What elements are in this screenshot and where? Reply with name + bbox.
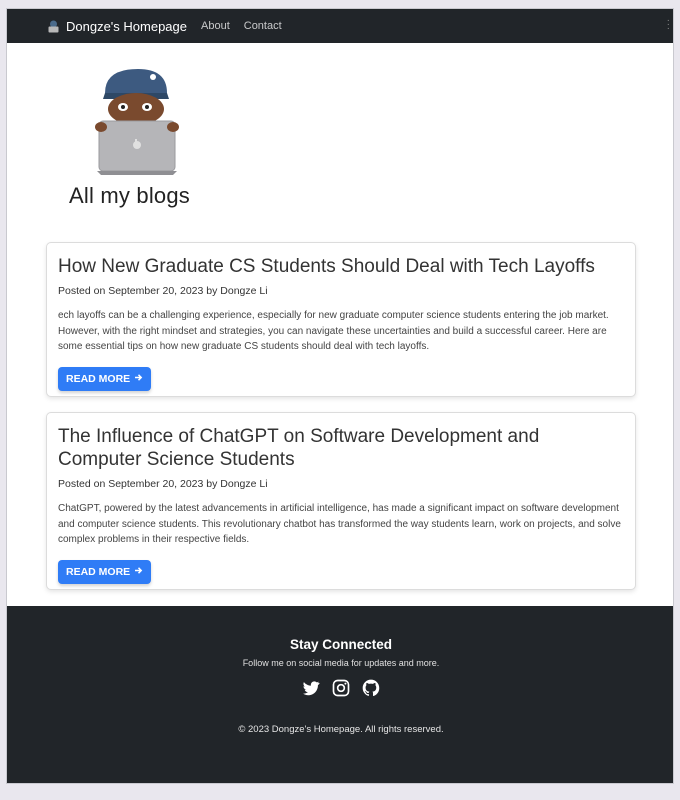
read-more-label: READ MORE [66, 565, 131, 578]
avatar-image [93, 65, 183, 177]
blog-title[interactable]: How New Graduate CS Students Should Deal… [58, 255, 624, 278]
instagram-icon[interactable] [331, 678, 351, 698]
avatar-icon [47, 20, 60, 33]
github-icon[interactable] [361, 678, 381, 698]
blog-excerpt: ech layoffs can be a challenging experie… [58, 310, 609, 352]
more-options-icon[interactable]: · · · [667, 16, 670, 34]
navbar: Dongze's Homepage About Contact [7, 9, 673, 43]
brand-link[interactable]: Dongze's Homepage [47, 19, 187, 34]
read-more-label: READ MORE [66, 372, 131, 385]
nav-link-contact[interactable]: Contact [244, 20, 282, 32]
hero: All my blogs [7, 43, 673, 243]
social-links [7, 678, 673, 698]
nav-link-about[interactable]: About [201, 20, 230, 32]
read-more-button[interactable]: READ MORE [58, 366, 152, 391]
arrow-right-icon [134, 566, 143, 578]
blog-card: How New Graduate CS Students Should Deal… [46, 242, 636, 397]
browser-viewport: Dongze's Homepage About Contact · · · Al… [6, 8, 674, 784]
footer-title: Stay Connected [289, 637, 393, 652]
read-more-button[interactable]: READ MORE [58, 559, 152, 584]
blog-meta: Posted on September 20, 2023 by Dongze L… [58, 285, 268, 297]
footer: Stay Connected Follow me on social media… [7, 606, 673, 783]
copyright: © 2023 Dongze's Homepage. All rights res… [238, 724, 444, 735]
blog-excerpt: ChatGPT, powered by the latest advanceme… [58, 503, 621, 545]
footer-subtitle: Follow me on social media for updates an… [242, 658, 440, 668]
blog-title[interactable]: The Influence of ChatGPT on Software Dev… [58, 425, 624, 471]
twitter-icon[interactable] [301, 678, 321, 698]
blog-meta: Posted on September 20, 2023 by Dongze L… [58, 478, 268, 490]
blog-card: The Influence of ChatGPT on Software Dev… [46, 412, 636, 590]
arrow-right-icon [134, 373, 143, 385]
brand-label: Dongze's Homepage [66, 18, 187, 34]
page-title: All my blogs [69, 183, 190, 208]
